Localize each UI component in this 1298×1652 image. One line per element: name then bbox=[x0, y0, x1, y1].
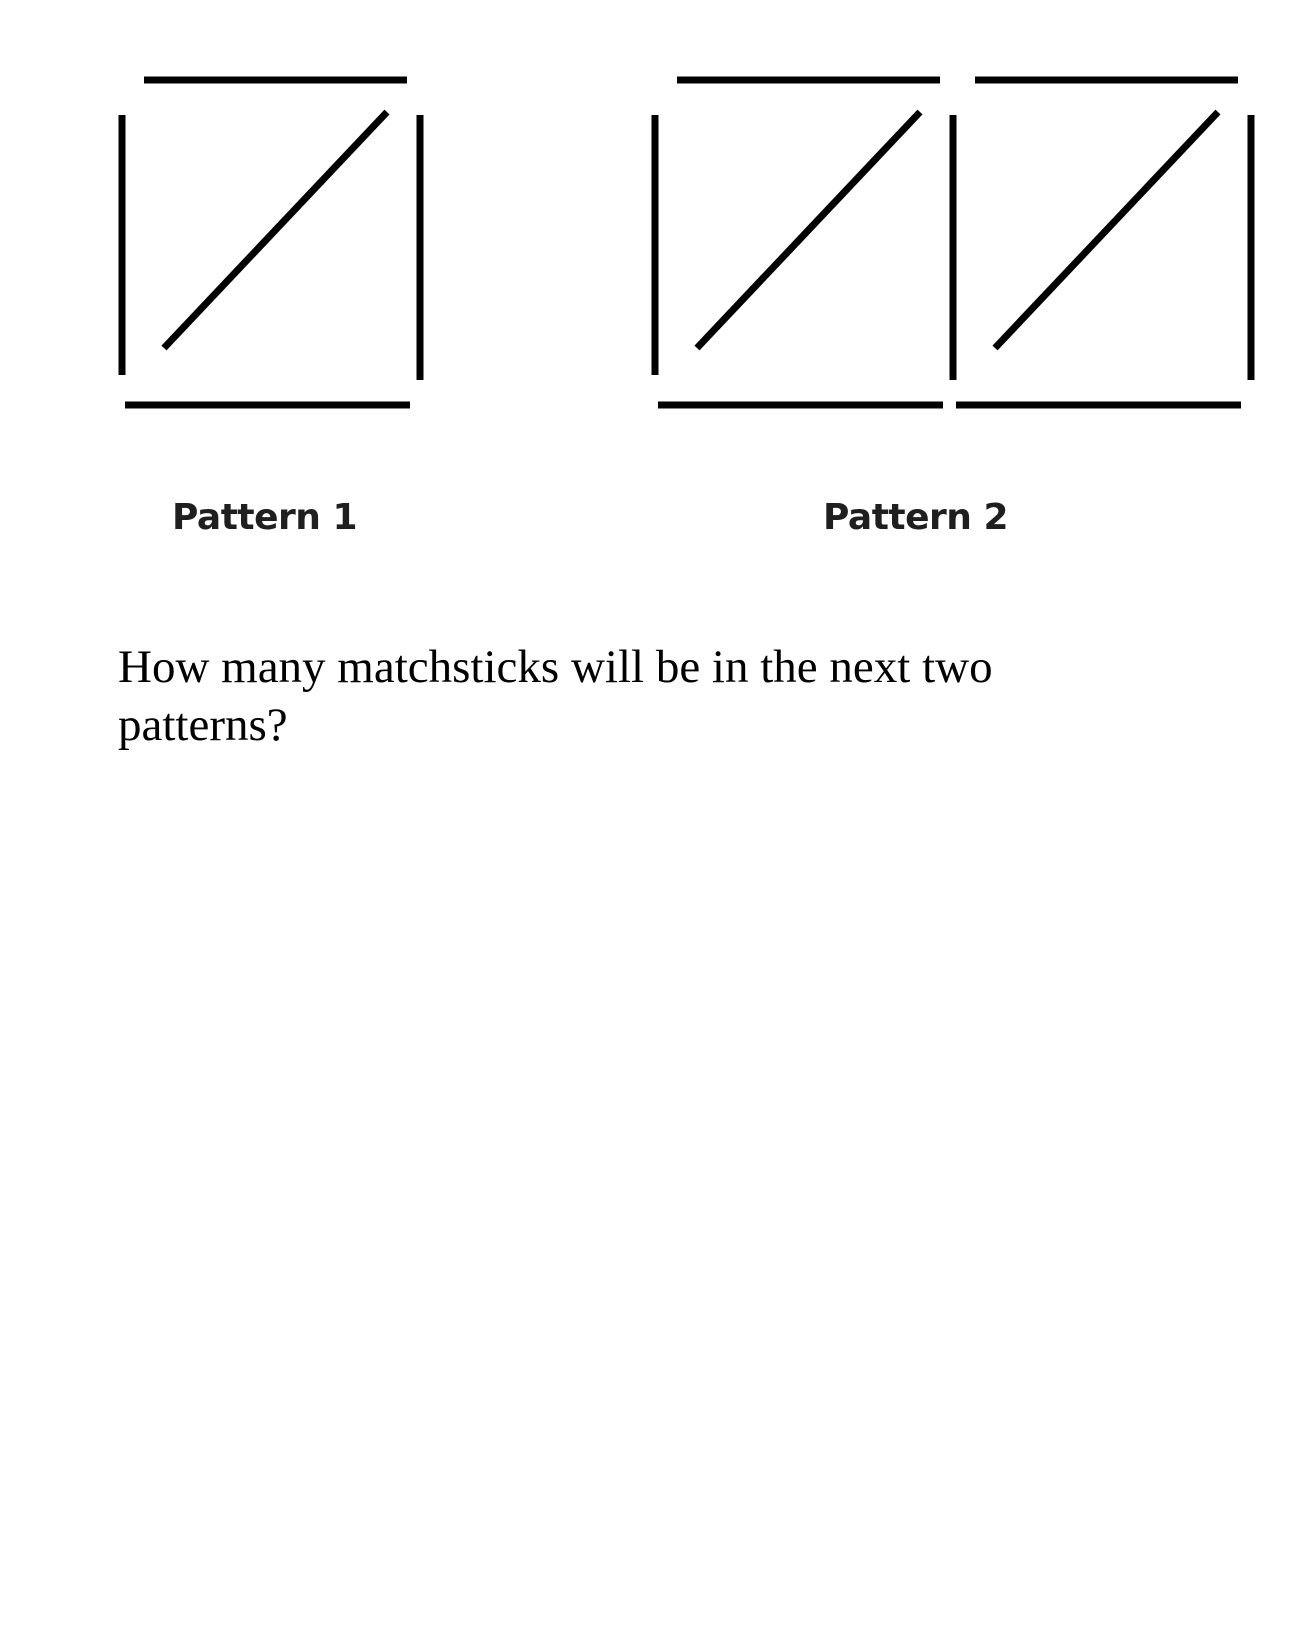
matchstick-diagonal bbox=[694, 109, 923, 351]
matchstick-diagonal bbox=[992, 109, 1221, 351]
pattern-2-label: Pattern 2 bbox=[823, 497, 1009, 538]
pattern-1-label: Pattern 1 bbox=[172, 497, 358, 538]
matchstick-diagonal bbox=[161, 109, 390, 351]
pattern-2-drawing bbox=[651, 76, 1255, 409]
question-text: How many matchsticks will be in the next… bbox=[118, 641, 993, 751]
pattern-1-drawing bbox=[118, 76, 424, 409]
